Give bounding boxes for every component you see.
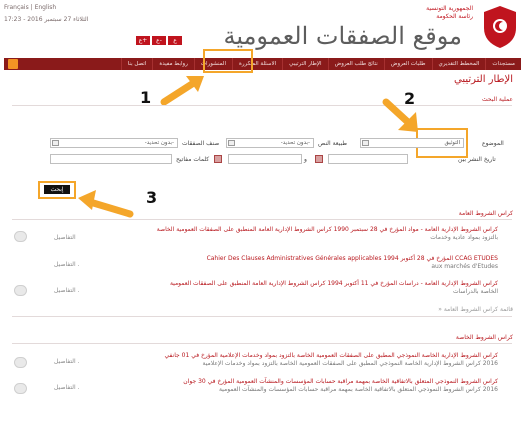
nav-item-news[interactable]: مستجدات (485, 58, 521, 70)
list-item-subtitle: aux marchés d'Etudes (431, 263, 498, 270)
special-conditions-title: كراس الشروط الخاصة (455, 334, 513, 341)
search-button[interactable]: إبحث (44, 185, 70, 194)
divider (12, 105, 512, 106)
nav-item-contact[interactable]: اتصل بنا (120, 58, 153, 70)
list-item: كراس الشروط الإدارية العامة - دراسات الم… (12, 280, 512, 302)
list-item-subtitle: الخاصة بالدراسات (453, 288, 498, 295)
details-link[interactable]: التفاصيل . (54, 287, 79, 294)
document-icon[interactable] (14, 357, 27, 368)
all-general-conditions-link[interactable]: » قائمة كراس الشروط العامة (438, 306, 513, 313)
document-icon[interactable] (14, 231, 27, 242)
document-icon[interactable] (14, 285, 27, 296)
divider (12, 343, 512, 344)
list-item-subtitle: بالتزود بمواد عادية وخدمات (430, 234, 498, 241)
subject-label: الموضوع (482, 140, 504, 147)
list-item: كراس الشروط الإدارية العامة - مواد المؤر… (12, 226, 512, 250)
category-label: صنف الصفقات (182, 140, 220, 147)
list-item-title: CCAG ETUDES المؤرخ في 28 أكتوبر 1994 Cah… (206, 255, 498, 262)
divider (12, 316, 512, 317)
category-select-value: -بدون تحديد- (144, 140, 174, 146)
nav-item-links[interactable]: روابط مفيدة (152, 58, 194, 70)
details-link[interactable]: التفاصيل . (54, 384, 79, 391)
subject-select-value: التوثيق (444, 140, 460, 146)
ministry-line-2: رئاسة الحكومة (436, 13, 473, 20)
list-item-title: كراس الشروط الإدارية الخاصة النموذجي الم… (164, 352, 498, 359)
list-item: CCAG ETUDES المؤرخ في 28 أكتوبر 1994 Cah… (12, 255, 512, 275)
list-item-title: كراس الشروط النموذجي المتعلق بالاتفاقية … (183, 378, 498, 385)
font-size-controls: ع+ ع- ع (136, 36, 182, 45)
date-from-input[interactable] (328, 154, 408, 164)
rss-icon[interactable] (8, 59, 18, 69)
ministry-label: الجمهورية التونسية رئاسة الحكومة (426, 5, 473, 21)
list-item-text[interactable]: كراس الشروط الإدارية الخاصة النموذجي الم… (118, 352, 498, 368)
list-item-text[interactable]: كراس الشروط الإدارية العامة - دراسات الم… (118, 280, 498, 296)
text-type-label: طبيعة النص (318, 140, 348, 147)
nav-item-forecast-plan[interactable]: المخطط التقديري (431, 58, 486, 70)
nav-item-tender-results[interactable]: نتائج طلب العروض (327, 58, 384, 70)
divider (12, 219, 512, 220)
list-item-text[interactable]: كراس الشروط النموذجي المتعلق بالاتفاقية … (118, 378, 498, 394)
font-decrease-button[interactable]: ع- (152, 36, 166, 45)
page-title: الإطار الترتيبي (453, 74, 513, 85)
list-item-text[interactable]: كراس الشروط الإدارية العامة - مواد المؤر… (118, 226, 498, 242)
document-icon[interactable] (14, 383, 27, 394)
chevron-down-icon (52, 140, 59, 146)
calendar-from-icon[interactable] (315, 155, 323, 163)
highlight-box-1 (203, 49, 253, 73)
nav-item-tenders[interactable]: طلبات العروض (383, 58, 432, 70)
details-link[interactable]: التفاصيل (54, 234, 76, 241)
list-item-subtitle: 2016 كراس الشروط النموذجي المتعلق بالاتف… (218, 386, 498, 393)
chevron-down-icon (228, 140, 235, 146)
font-reset-button[interactable]: ع (168, 36, 182, 45)
nav-item-regulatory-framework[interactable]: الإطار الترتيبي (282, 58, 327, 70)
text-type-select-value: -بدون تحديد- (280, 140, 310, 146)
keywords-input[interactable] (50, 154, 172, 164)
list-item-text[interactable]: CCAG ETUDES المؤرخ في 28 أكتوبر 1994 Cah… (118, 255, 498, 271)
search-section-title: عملية البحث (481, 96, 513, 103)
date-range-label: تاريخ النشر بين (458, 156, 496, 163)
subject-select[interactable]: التوثيق (360, 138, 464, 148)
current-date: الثلاثاء 27 سبتمبر 2016 - 17:23 (4, 16, 89, 23)
calendar-to-icon[interactable] (214, 155, 222, 163)
date-and-label: و (304, 156, 307, 163)
language-switch[interactable]: Français | English (4, 4, 56, 11)
list-item-title: كراس الشروط الإدارية العامة - مواد المؤر… (156, 226, 498, 233)
list-item-subtitle: 2016 كراس الشروط الإدارية الخاصة النموذج… (202, 360, 498, 367)
general-conditions-title: كراس الشروط العامة (458, 210, 513, 217)
details-link[interactable]: التفاصيل . (54, 358, 79, 365)
list-item-title: كراس الشروط الإدارية العامة - دراسات الم… (169, 280, 498, 287)
site-title: موقع الصفقات العمومية (223, 22, 462, 50)
text-type-select[interactable]: -بدون تحديد- (226, 138, 314, 148)
date-to-input[interactable] (228, 154, 302, 164)
site-header: Français | English الثلاثاء 27 سبتمبر 20… (0, 0, 525, 58)
ministry-line-1: الجمهورية التونسية (426, 5, 473, 12)
details-link[interactable]: التفاصيل . (54, 261, 79, 268)
arrow-1-icon (160, 76, 204, 106)
list-item: كراس الشروط النموذجي المتعلق بالاتفاقية … (12, 378, 512, 400)
emblem-icon (484, 6, 516, 48)
chevron-down-icon (362, 140, 369, 146)
annotation-number-2: 2 (404, 89, 416, 108)
annotation-number-3: 3 (146, 188, 158, 207)
main-nav: مستجدات المخطط التقديري طلبات العروض نتا… (4, 58, 521, 70)
font-increase-button[interactable]: ع+ (136, 36, 150, 45)
list-item: كراس الشروط الإدارية الخاصة النموذجي الم… (12, 352, 512, 374)
keywords-label: كلمات مفاتيح (176, 156, 210, 163)
category-select[interactable]: -بدون تحديد- (50, 138, 178, 148)
